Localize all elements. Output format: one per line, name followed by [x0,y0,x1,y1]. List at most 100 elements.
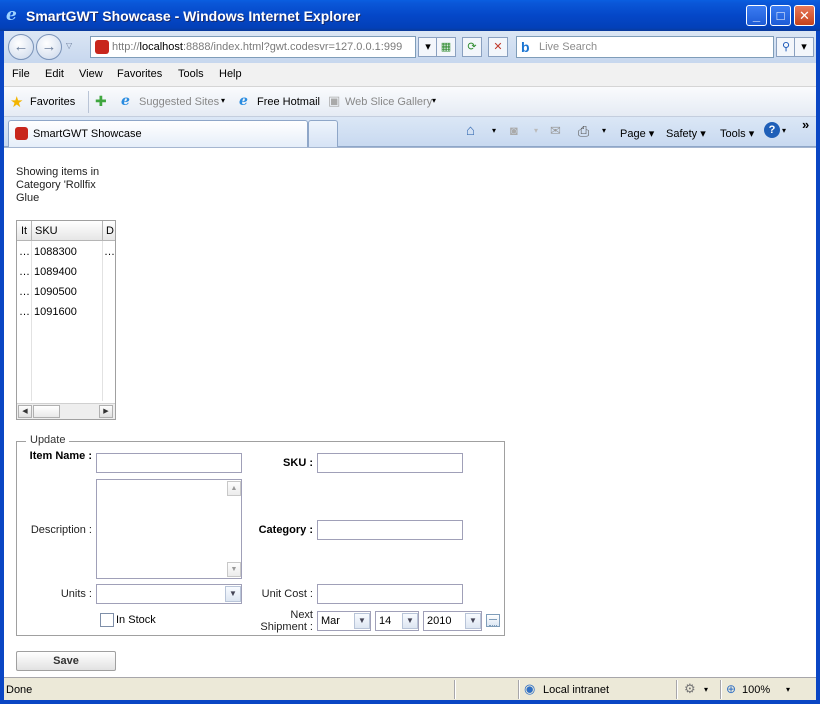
table-row[interactable]: … 1089400 [17,262,115,282]
add-favorite-icon[interactable]: ✚ [95,93,107,110]
address-dropdown-button[interactable]: ▾ [418,37,438,57]
suggested-sites-link[interactable]: Suggested Sites [139,96,219,108]
title-bar: e SmartGWT Showcase - Windows Internet E… [0,0,820,31]
table-row[interactable]: … 1091600 [17,302,115,322]
shipment-month-value: Mar [321,615,340,627]
form-legend: Update [26,434,70,446]
status-bar: Done ◉ Local intranet ⚙ ▾ ⊕ 100% ▾ [4,677,816,700]
shipment-year-value: 2010 [427,615,452,627]
help-icon[interactable]: ? [764,122,780,138]
feeds-dropdown-icon[interactable]: ▾ [534,126,538,135]
web-slice-gallery-link[interactable]: Web Slice Gallery [345,96,432,108]
free-hotmail-link[interactable]: Free Hotmail [257,96,320,108]
grid-header-description[interactable]: D [106,225,114,237]
shipment-day-select[interactable]: 14 ▼ [375,611,419,631]
item-list-grid[interactable]: It SKU D … 1088300 … … 1089400 … 1090500… [16,220,116,420]
help-dropdown-icon[interactable]: ▾ [782,126,786,135]
menu-file[interactable]: File [12,68,30,80]
grid-cell-sku: 1089400 [34,266,77,278]
grid-cell-description: … [104,246,115,258]
in-stock-checkbox[interactable] [100,613,114,627]
favorites-button[interactable]: Favorites [30,96,75,108]
description-textarea[interactable]: ▲ ▼ [96,479,242,579]
web-slice-dropdown-icon[interactable]: ▾ [432,96,436,105]
menu-view[interactable]: View [79,68,103,80]
unit-cost-input[interactable] [317,584,463,604]
protected-mode-dropdown-icon[interactable]: ▾ [704,685,708,694]
description-label: Description : [30,524,92,536]
status-separator [518,680,519,699]
print-dropdown-icon[interactable]: ▾ [602,126,606,135]
home-dropdown-icon[interactable]: ▾ [492,126,496,135]
compatibility-view-icon[interactable]: ▦ [436,37,456,57]
item-name-input[interactable] [96,453,242,473]
shipment-year-select[interactable]: 2010 ▼ [423,611,482,631]
next-shipment-label: Next Shipment : [260,609,313,633]
status-text: Done [6,684,33,696]
chevron-down-icon[interactable]: ▼ [465,613,481,629]
status-separator [676,680,677,699]
suggested-sites-dropdown-icon[interactable]: ▾ [221,96,225,105]
menu-help[interactable]: Help [219,68,242,80]
safety-menu[interactable]: Safety ▾ [666,127,706,140]
table-row[interactable]: … 1088300 … [17,242,115,262]
menu-edit[interactable]: Edit [45,68,64,80]
grid-horizontal-scrollbar[interactable]: ◀ ▶ [17,403,115,419]
zoom-dropdown-icon[interactable]: ▾ [786,685,790,694]
calendar-icon[interactable] [486,614,500,627]
scroll-left-icon[interactable]: ◀ [18,405,32,418]
chevron-down-icon[interactable]: ▼ [402,613,418,629]
more-commands-chevron-icon[interactable]: » [802,117,809,132]
category-input[interactable] [317,520,463,540]
recent-pages-chevron-icon[interactable]: ▽ [66,41,72,50]
textarea-scroll-down-icon[interactable]: ▼ [227,562,241,577]
ie-logo-icon: e [6,5,17,25]
read-mail-icon[interactable]: ✉ [550,123,561,139]
grid-cell-item: … [19,306,30,318]
menu-favorites[interactable]: Favorites [117,68,162,80]
menu-tools[interactable]: Tools [178,68,204,80]
units-select[interactable]: ▼ [96,584,242,604]
stop-icon[interactable]: ✕ [488,37,508,57]
print-icon[interactable]: ⎙ [578,123,589,140]
scrollbar-thumb[interactable] [33,405,60,418]
grid-header-separator [102,221,103,241]
feeds-icon[interactable]: ◙ [510,123,518,138]
refresh-icon[interactable]: ⟳ [462,37,482,57]
search-button[interactable]: ⚲ [776,37,796,57]
close-button[interactable]: ✕ [794,5,815,26]
save-button[interactable]: Save [16,651,116,671]
grid-header-sku[interactable]: SKU [35,225,58,237]
address-toolbar: ← → ▽ http://localhost:8888/index.html?g… [4,31,816,63]
tab-label: SmartGWT Showcase [33,128,142,140]
favorites-bar: ★ Favorites ✚ e Suggested Sites ▾ e Free… [4,87,816,117]
scroll-right-icon[interactable]: ▶ [99,405,113,418]
address-bar[interactable]: http://localhost:8888/index.html?gwt.cod… [90,36,416,58]
address-url: http://localhost:8888/index.html?gwt.cod… [112,41,403,53]
new-tab-button[interactable] [308,120,338,147]
grid-header-item[interactable]: It [21,225,27,237]
forward-button[interactable]: → [36,34,62,60]
search-options-button[interactable]: ▾ [794,37,814,57]
back-button[interactable]: ← [8,34,34,60]
units-label: Units : [60,588,92,600]
textarea-scroll-up-icon[interactable]: ▲ [227,481,241,496]
protected-mode-icon[interactable]: ⚙ [684,681,696,697]
zoom-level[interactable]: 100% [742,684,770,696]
favorites-separator [88,91,89,113]
chevron-down-icon[interactable]: ▼ [354,613,370,629]
maximize-button[interactable]: □ [770,5,791,26]
tab-smartgwt-showcase[interactable]: SmartGWT Showcase [8,120,308,147]
shipment-day-value: 14 [379,615,392,627]
zone-label[interactable]: Local intranet [543,684,609,696]
shipment-month-select[interactable]: Mar ▼ [317,611,371,631]
table-row[interactable]: … 1090500 [17,282,115,302]
free-hotmail-icon: e [239,93,248,109]
home-icon[interactable]: ⌂ [466,122,475,139]
page-menu[interactable]: Page ▾ [620,127,654,140]
minimize-button[interactable]: _ [746,5,767,26]
grid-cell-sku: 1088300 [34,246,77,258]
sku-input[interactable] [317,453,463,473]
tools-menu[interactable]: Tools ▾ [720,127,754,140]
search-input[interactable]: b Live Search [516,36,774,58]
